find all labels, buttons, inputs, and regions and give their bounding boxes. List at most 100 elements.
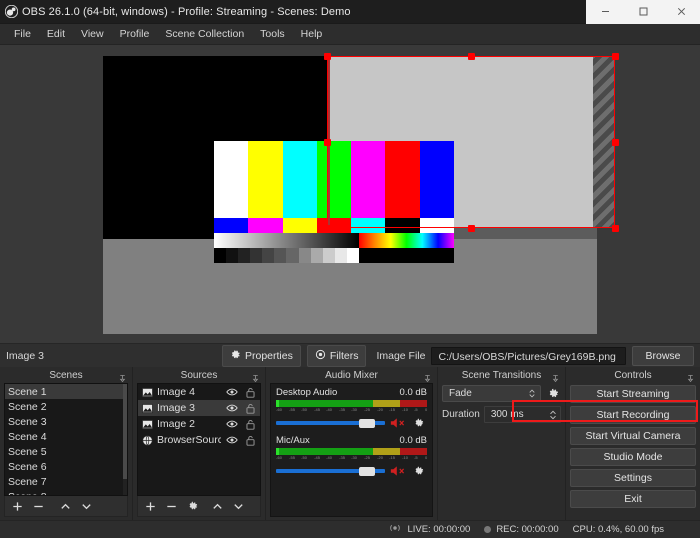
sources-toolbar xyxy=(137,496,261,517)
menu-tools[interactable]: Tools xyxy=(252,25,293,43)
spinner-updown-icon[interactable] xyxy=(549,409,557,421)
move-scene-up-button[interactable] xyxy=(56,498,75,515)
start-virtual-camera-button[interactable]: Start Virtual Camera xyxy=(570,427,696,445)
selection-handle-bc[interactable] xyxy=(468,225,475,232)
menu-view[interactable]: View xyxy=(73,25,112,43)
menu-profile[interactable]: Profile xyxy=(112,25,158,43)
eye-icon[interactable] xyxy=(225,434,239,446)
close-icon[interactable] xyxy=(662,0,700,24)
pin-icon[interactable] xyxy=(423,370,432,388)
channel-header: Mic/Aux 0.0 dB xyxy=(276,435,427,446)
scene-item-4[interactable]: Scene 4 xyxy=(5,429,127,444)
channel-name: Desktop Audio xyxy=(276,387,337,398)
scene-item-7[interactable]: Scene 7 xyxy=(5,474,127,489)
duration-row: Duration 300 ms xyxy=(442,406,561,423)
channel-level-meter xyxy=(276,448,427,455)
volume-slider-knob[interactable] xyxy=(359,467,375,476)
lock-icon[interactable] xyxy=(243,403,257,414)
volume-slider[interactable] xyxy=(276,419,385,428)
menu-edit[interactable]: Edit xyxy=(39,25,73,43)
scene-item-2[interactable]: Scene 2 xyxy=(5,399,127,414)
color-bars-steps xyxy=(214,248,454,263)
scene-item-5[interactable]: Scene 5 xyxy=(5,444,127,459)
selection-handle-tc[interactable] xyxy=(468,53,475,60)
sources-title: Sources xyxy=(181,370,218,381)
scenes-scrollbar[interactable] xyxy=(123,384,127,495)
menu-scene-collection[interactable]: Scene Collection xyxy=(157,25,252,43)
mute-icon[interactable] xyxy=(389,417,407,429)
volume-slider[interactable] xyxy=(276,467,385,476)
maximize-icon[interactable] xyxy=(624,0,662,24)
source-label: Image 3 xyxy=(157,402,221,414)
scene-item-1[interactable]: Scene 1 xyxy=(5,384,127,399)
menu-file[interactable]: File xyxy=(6,25,39,43)
eye-icon[interactable] xyxy=(225,418,239,430)
volume-slider-knob[interactable] xyxy=(359,419,375,428)
source-item-image-4[interactable]: Image 4 xyxy=(138,384,260,400)
channel-settings-gear-icon[interactable] xyxy=(411,465,427,477)
scenes-scroll-thumb[interactable] xyxy=(123,384,127,479)
eye-icon[interactable] xyxy=(225,386,239,398)
scene-item-8[interactable]: Scene 8 xyxy=(5,489,127,496)
channel-level-meter xyxy=(276,400,427,407)
eye-icon[interactable] xyxy=(225,402,239,414)
settings-button[interactable]: Settings xyxy=(570,469,696,487)
studio-mode-button[interactable]: Studio Mode xyxy=(570,448,696,466)
channel-name: Mic/Aux xyxy=(276,435,310,446)
channel-settings-gear-icon[interactable] xyxy=(411,417,427,429)
exit-button[interactable]: Exit xyxy=(570,490,696,508)
filters-button[interactable]: Filters xyxy=(307,345,367,367)
scenes-title: Scenes xyxy=(49,370,82,381)
selection-handle-bl[interactable] xyxy=(324,225,331,232)
controls-title: Controls xyxy=(614,370,651,381)
channel-scale-ticks: -60-55 -50-45 -40-35 -30-25 -20-15 -10-5… xyxy=(276,455,427,462)
remove-source-button[interactable] xyxy=(162,498,181,515)
live-label: LIVE: 00:00:00 xyxy=(407,524,470,535)
selection-handle-mr[interactable] xyxy=(612,139,619,146)
source-item-image-3[interactable]: Image 3 xyxy=(138,400,260,416)
lock-icon[interactable] xyxy=(243,435,257,446)
add-source-button[interactable] xyxy=(141,498,160,515)
move-scene-down-button[interactable] xyxy=(77,498,96,515)
color-bars-pattern xyxy=(214,141,454,263)
add-scene-button[interactable] xyxy=(8,498,27,515)
audio-mixer-title: Audio Mixer xyxy=(325,370,378,381)
lock-icon[interactable] xyxy=(243,387,257,398)
preview-canvas[interactable] xyxy=(103,56,597,334)
scenes-body: Scene 1 Scene 2 Scene 3 Scene 4 Scene 5 … xyxy=(0,383,132,520)
scenes-list[interactable]: Scene 1 Scene 2 Scene 3 Scene 4 Scene 5 … xyxy=(4,383,128,496)
docks-row: Scenes Scene 1 Scene 2 Scene 3 Scene 4 S… xyxy=(0,367,700,520)
move-source-down-button[interactable] xyxy=(229,498,248,515)
preview-area[interactable] xyxy=(0,45,700,343)
move-source-up-button[interactable] xyxy=(208,498,227,515)
selection-handle-br[interactable] xyxy=(612,225,619,232)
image-path-input[interactable]: C:/Users/OBS/Pictures/Grey169B.png xyxy=(431,347,626,365)
duration-value: 300 ms xyxy=(491,409,524,420)
source-toolbar: Image 3 Properties Filters Image File C:… xyxy=(0,343,700,367)
properties-button[interactable]: Properties xyxy=(222,345,301,367)
sources-list[interactable]: Image 4 Image 3 xyxy=(137,383,261,496)
pin-icon[interactable] xyxy=(686,370,695,388)
browse-button[interactable]: Browse xyxy=(632,346,694,366)
scenes-dock-header: Scenes xyxy=(0,367,132,383)
mixer-channel-mic-aux: Mic/Aux 0.0 dB -60-55 -50-45 -40-35 -30-… xyxy=(276,435,427,477)
source-properties-button[interactable] xyxy=(183,498,202,515)
transition-settings-gear-icon[interactable] xyxy=(545,387,561,400)
source-item-browsersource[interactable]: BrowserSource xyxy=(138,432,260,448)
selection-handle-tr[interactable] xyxy=(612,53,619,60)
minimize-icon[interactable] xyxy=(586,0,624,24)
source-item-image-2[interactable]: Image 2 xyxy=(138,416,260,432)
selection-handle-ml[interactable] xyxy=(324,139,331,146)
scene-item-3[interactable]: Scene 3 xyxy=(5,414,127,429)
mute-icon[interactable] xyxy=(389,465,407,477)
transition-select[interactable]: Fade xyxy=(442,385,541,402)
remove-scene-button[interactable] xyxy=(29,498,48,515)
duration-input[interactable]: 300 ms xyxy=(484,406,561,423)
menu-help[interactable]: Help xyxy=(293,25,331,43)
scene-item-6[interactable]: Scene 6 xyxy=(5,459,127,474)
start-streaming-button[interactable]: Start Streaming xyxy=(570,385,696,403)
start-recording-button[interactable]: Start Recording xyxy=(570,406,696,424)
lock-icon[interactable] xyxy=(243,419,257,430)
pin-icon[interactable] xyxy=(551,370,560,388)
selection-handle-tl[interactable] xyxy=(324,53,331,60)
